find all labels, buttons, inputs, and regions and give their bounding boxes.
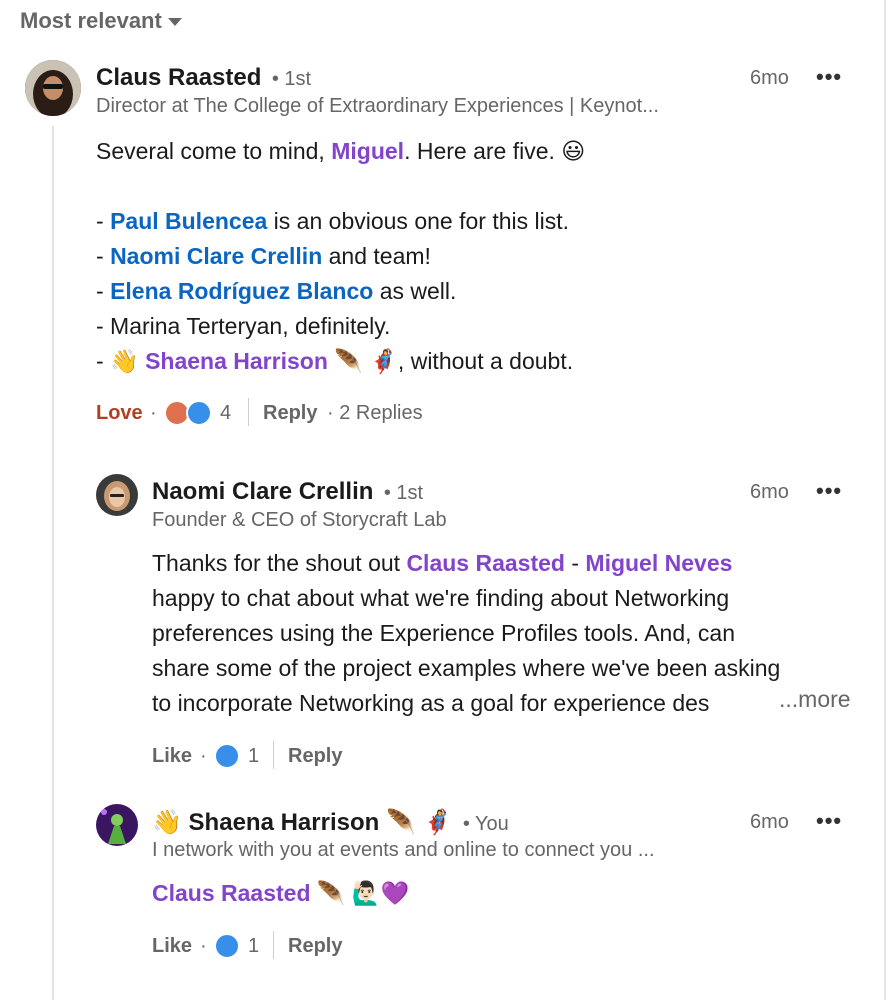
comment-line: to incorporate Networking as a goal for … bbox=[152, 690, 710, 716]
author-headline: Founder & CEO of Storycraft Lab bbox=[152, 509, 447, 531]
list-item: - Paul Bulencea is an obvious one for th… bbox=[96, 208, 570, 234]
avatar[interactable] bbox=[25, 60, 81, 116]
comment-line: Thanks for the shout out Claus Raasted -… bbox=[152, 550, 733, 576]
divider bbox=[248, 398, 249, 426]
chevron-down-icon bbox=[167, 18, 182, 26]
comment-author-row: Naomi Clare Crellin • 1st bbox=[152, 478, 423, 506]
author-name[interactable]: Claus Raasted bbox=[96, 64, 261, 91]
mention-link[interactable]: Claus Raasted bbox=[152, 880, 311, 906]
like-button[interactable]: Like bbox=[152, 745, 192, 768]
comment-body: Claus Raasted 🪶 🙋🏻‍♂️💜 bbox=[152, 880, 410, 906]
separator-dot: · bbox=[200, 745, 207, 767]
thread-line bbox=[52, 126, 54, 1000]
connection-degree: • You bbox=[462, 813, 509, 835]
comment-line: happy to chat about what we're finding a… bbox=[152, 585, 730, 611]
author-headline: I network with you at events and online … bbox=[152, 839, 655, 861]
list-item: - Elena Rodríguez Blanco as well. bbox=[96, 278, 457, 304]
replies-count[interactable]: · 2 Replies bbox=[327, 402, 423, 425]
comment-timestamp: 6mo bbox=[750, 67, 789, 89]
like-reaction-icon bbox=[186, 400, 212, 426]
sort-label: Most relevant bbox=[20, 8, 162, 33]
like-button[interactable]: Like bbox=[152, 935, 192, 958]
comment-body: Thanks for the shout out Claus Raasted -… bbox=[152, 546, 780, 721]
comment-timestamp: 6mo bbox=[750, 481, 789, 503]
comment-timestamp: 6mo bbox=[750, 811, 789, 833]
comment-line: share some of the project examples where… bbox=[152, 655, 781, 681]
reply-button[interactable]: Reply bbox=[288, 935, 342, 958]
separator-dot: · bbox=[200, 935, 207, 957]
reaction-count[interactable]: 1 bbox=[248, 745, 259, 768]
comment-author-row: 👋 Shaena Harrison 🪶 🦸‍♀️ • You bbox=[152, 808, 509, 837]
connection-degree: • 1st bbox=[383, 482, 424, 504]
see-more-link[interactable]: ...more bbox=[779, 686, 851, 713]
like-reaction-icon bbox=[214, 743, 240, 769]
comment-line: Several come to mind, Miguel. Here are f… bbox=[96, 138, 586, 164]
sort-dropdown[interactable]: Most relevant bbox=[20, 8, 182, 34]
avatar[interactable] bbox=[96, 474, 138, 516]
mention-link[interactable]: Claus Raasted bbox=[406, 550, 565, 576]
list-item: - 👋 Shaena Harrison 🪶 🦸‍♀️, without a do… bbox=[96, 348, 574, 374]
list-item: - Marina Terteryan, definitely. bbox=[96, 313, 391, 339]
separator-dot: · bbox=[150, 402, 157, 424]
more-options-icon[interactable]: ••• bbox=[816, 478, 842, 504]
reaction-count[interactable]: 4 bbox=[220, 402, 231, 425]
comment-line: preferences using the Experience Profile… bbox=[152, 620, 736, 646]
more-options-icon[interactable]: ••• bbox=[816, 64, 842, 90]
author-name[interactable]: Naomi Clare Crellin bbox=[152, 478, 373, 505]
mention-link[interactable]: Paul Bulencea bbox=[110, 208, 267, 234]
mention-link[interactable]: Miguel Neves bbox=[585, 550, 732, 576]
author-headline: Director at The College of Extraordinary… bbox=[96, 95, 659, 117]
panel-border bbox=[884, 0, 886, 1000]
list-item: - Naomi Clare Crellin and team! bbox=[96, 243, 431, 269]
like-reaction-icon bbox=[214, 933, 240, 959]
love-reaction-button[interactable]: Love bbox=[96, 402, 143, 425]
divider bbox=[273, 931, 274, 959]
author-name[interactable]: 👋 Shaena Harrison 🪶 🦸‍♀️ bbox=[152, 809, 452, 836]
mention-link[interactable]: Shaena Harrison bbox=[145, 348, 328, 374]
reaction-count[interactable]: 1 bbox=[248, 935, 259, 958]
more-options-icon[interactable]: ••• bbox=[816, 808, 842, 834]
connection-degree: • 1st bbox=[271, 68, 312, 90]
reply-button[interactable]: Reply bbox=[288, 745, 342, 768]
mention-link[interactable]: Naomi Clare Crellin bbox=[110, 243, 322, 269]
comment-author-row: Claus Raasted • 1st bbox=[96, 64, 311, 92]
divider bbox=[273, 741, 274, 769]
reply-button[interactable]: Reply bbox=[263, 402, 317, 425]
mention-link[interactable]: Elena Rodríguez Blanco bbox=[110, 278, 373, 304]
mention-link[interactable]: Miguel bbox=[331, 138, 404, 164]
comment-body: Several come to mind, Miguel. Here are f… bbox=[96, 134, 585, 379]
avatar[interactable] bbox=[96, 804, 138, 846]
